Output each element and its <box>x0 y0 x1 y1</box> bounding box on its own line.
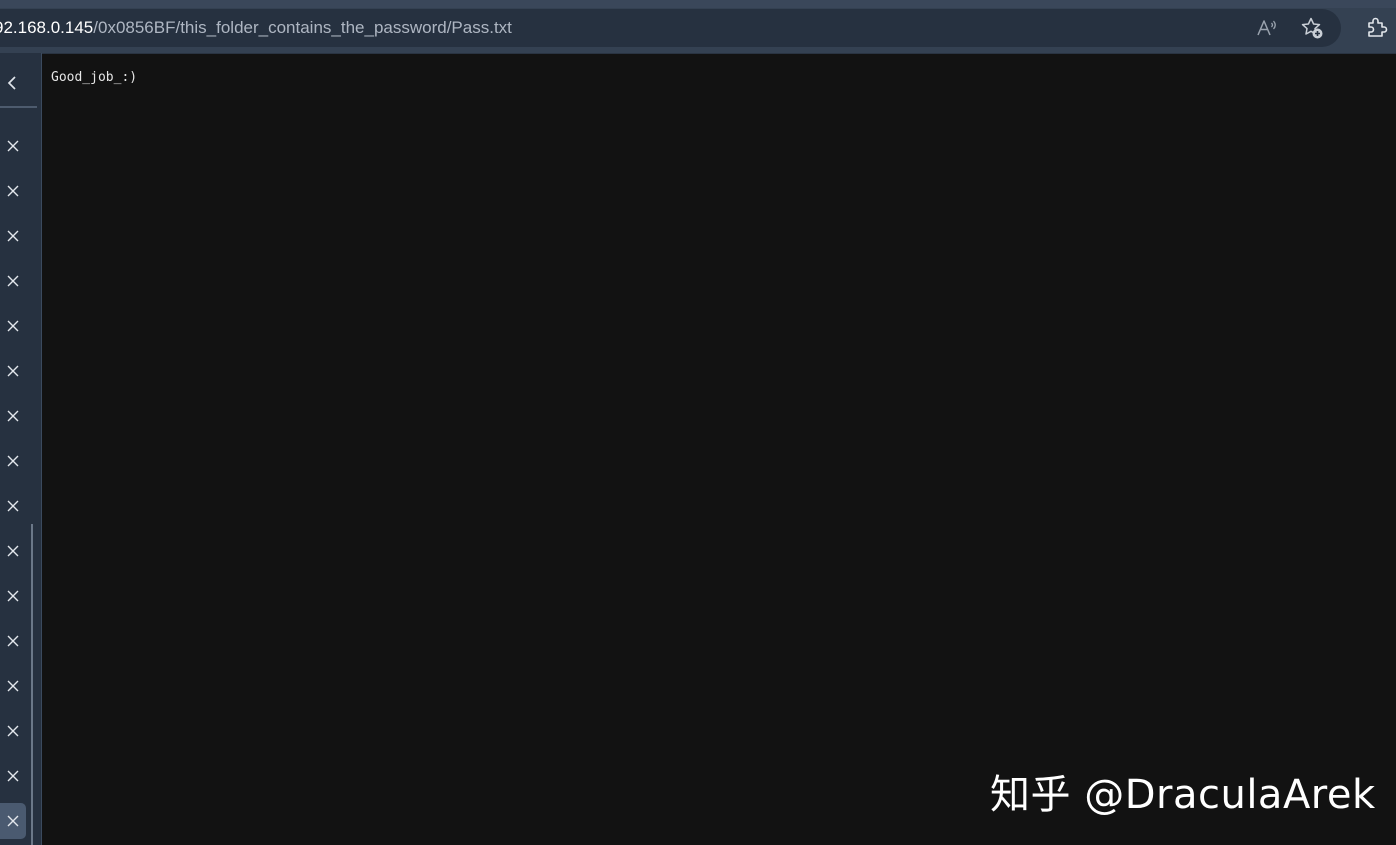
close-icon <box>7 680 19 692</box>
sidebar-divider <box>0 106 37 108</box>
close-icon <box>7 590 19 602</box>
close-icon <box>7 545 19 557</box>
tab-close-button[interactable] <box>0 668 26 704</box>
close-icon <box>7 275 19 287</box>
close-icon <box>7 140 19 152</box>
tab-close-button[interactable] <box>0 218 26 254</box>
toolbar: 92.168.0.145/0x0856BF/this_folder_contai… <box>0 0 1396 54</box>
tab-close-button[interactable] <box>0 173 26 209</box>
tab-close-button[interactable] <box>0 713 26 749</box>
close-icon <box>7 410 19 422</box>
read-aloud-icon[interactable] <box>1254 15 1280 41</box>
tab-close-button[interactable] <box>0 803 26 839</box>
close-icon <box>7 185 19 197</box>
close-icon <box>7 365 19 377</box>
url-path: /0x0856BF/this_folder_contains_the_passw… <box>93 18 512 37</box>
chevron-left-icon[interactable] <box>0 69 24 97</box>
tab-close-button[interactable] <box>0 308 26 344</box>
close-icon <box>7 500 19 512</box>
tab-close-button[interactable] <box>0 353 26 389</box>
url-text[interactable]: 92.168.0.145/0x0856BF/this_folder_contai… <box>0 18 512 38</box>
tab-close-button[interactable] <box>0 263 26 299</box>
page-content: Good_job_:) <box>51 70 138 85</box>
extensions-icon[interactable] <box>1364 15 1388 39</box>
close-icon <box>7 230 19 242</box>
tab-close-button[interactable] <box>0 533 26 569</box>
url-host: 92.168.0.145 <box>0 18 94 37</box>
tab-close-button[interactable] <box>0 488 26 524</box>
tab-close-button[interactable] <box>0 578 26 614</box>
browser-window: 92.168.0.145/0x0856BF/this_folder_contai… <box>0 0 1396 845</box>
watermark: 知乎 @DraculaArek <box>990 772 1376 818</box>
tab-strip <box>0 0 1396 8</box>
tab-close-button[interactable] <box>0 758 26 794</box>
close-icon <box>7 635 19 647</box>
close-icon <box>7 770 19 782</box>
close-icon <box>7 455 19 467</box>
tab-close-button[interactable] <box>0 398 26 434</box>
add-favorite-icon[interactable] <box>1299 15 1325 41</box>
close-icon <box>7 725 19 737</box>
close-icon <box>7 815 19 827</box>
address-bar[interactable]: 92.168.0.145/0x0856BF/this_folder_contai… <box>0 9 1341 47</box>
tab-close-button[interactable] <box>0 623 26 659</box>
vertical-tabs-sidebar <box>0 53 42 845</box>
close-icon <box>7 320 19 332</box>
tab-close-button[interactable] <box>0 128 26 164</box>
tab-close-button[interactable] <box>0 443 26 479</box>
scrollbar[interactable] <box>31 524 33 845</box>
